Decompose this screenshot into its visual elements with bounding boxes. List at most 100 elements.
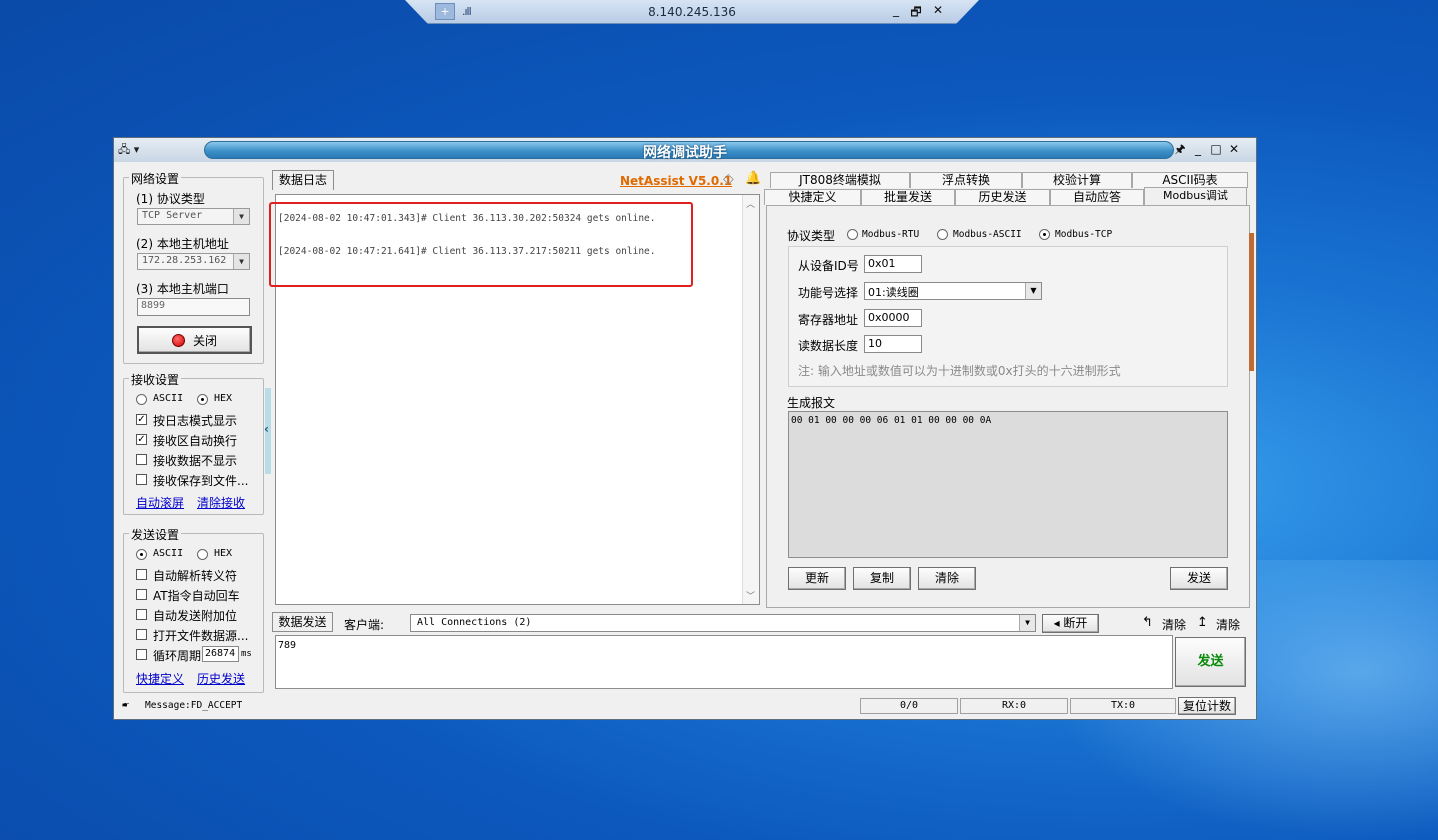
tab-jt808[interactable]: JT808终端模拟 [770, 172, 910, 188]
save-file-checkbox[interactable] [136, 474, 147, 485]
recv-ascii-radio[interactable] [136, 394, 147, 405]
tab-data-send[interactable]: 数据发送 [272, 612, 333, 632]
send-hex-radio[interactable] [197, 549, 208, 560]
tab-history-send[interactable]: 历史发送 [955, 189, 1050, 205]
no-display-label: 接收数据不显示 [153, 454, 238, 468]
window-title: 网络调试助手 [643, 145, 727, 161]
host-address-value: 172.28.253.162 [142, 255, 227, 266]
host-address-select[interactable]: 172.28.253.162 ▼ [137, 253, 250, 270]
update-button[interactable]: 更新 [788, 567, 846, 590]
tab-data-log[interactable]: 数据日志 [272, 170, 334, 190]
at-return-checkbox[interactable] [136, 589, 147, 600]
disconnect-label: 断开 [1063, 616, 1088, 630]
tab-quick-define[interactable]: 快捷定义 [764, 189, 861, 205]
clear-recv-button[interactable]: 清除 [1162, 616, 1186, 633]
panel-scroll-thumb[interactable] [1249, 233, 1254, 371]
bell-icon[interactable]: 🔔 [745, 171, 761, 186]
clear-button[interactable]: 清除 [918, 567, 976, 590]
read-length-input[interactable]: 10 [864, 335, 922, 353]
arrow-left-icon: ◂ [1053, 616, 1060, 630]
maximize-icon[interactable]: □ [1207, 141, 1225, 158]
modbus-protocol-label: 协议类型 [787, 229, 836, 243]
slave-id-input[interactable]: 0x01 [864, 255, 922, 273]
close-icon[interactable]: ✕ [1225, 141, 1243, 158]
close-icon[interactable]: ✕ [929, 3, 947, 17]
frame-output[interactable]: 00 01 00 00 00 06 01 01 00 00 00 0A [788, 411, 1228, 558]
recv-hex-label: HEX [214, 393, 233, 404]
recv-hex-radio[interactable] [197, 394, 208, 405]
scroll-up-icon[interactable]: ︿ [746, 197, 755, 210]
send-hex-label: HEX [214, 548, 233, 559]
reset-count-button[interactable]: 复位计数 [1178, 697, 1236, 715]
receive-settings-group: 接收设置 ASCII HEX ✓ 按日志模式显示 ✓ 接收区自动换行 接收数据不… [123, 371, 264, 515]
client-select[interactable]: All Connections (2) ▼ [410, 614, 1036, 632]
loop-period-checkbox[interactable] [136, 649, 147, 660]
open-file-checkbox[interactable] [136, 629, 147, 640]
send-ascii-radio[interactable] [136, 549, 147, 560]
collapse-chevron-icon[interactable]: ‹ [264, 422, 269, 436]
client-label: 客户端: [344, 618, 385, 632]
clear-send-button[interactable]: 清除 [1216, 616, 1240, 633]
host-address-label: (2) 本地主机地址 [136, 237, 229, 251]
disconnect-button[interactable]: ◂ 断开 [1042, 614, 1099, 633]
log-scrollbar[interactable]: ︿ ﹀ [742, 195, 759, 604]
protocol-select[interactable]: TCP Server ▼ [137, 208, 250, 225]
auto-escape-label: 自动解析转义符 [153, 569, 238, 583]
function-code-value: 01:读线圈 [868, 286, 919, 299]
tab-ascii-table[interactable]: ASCII码表 [1132, 172, 1248, 188]
open-file-label: 打开文件数据源... [153, 629, 249, 643]
modbus-send-button[interactable]: 发送 [1170, 567, 1228, 590]
clear-receive-link[interactable]: 清除接收 [197, 494, 245, 511]
send-input[interactable]: 789 [275, 635, 1173, 689]
clear-send-icon[interactable]: ↥ [1197, 615, 1208, 630]
log-mode-checkbox[interactable]: ✓ [136, 414, 147, 425]
modbus-rtu-radio[interactable] [847, 229, 858, 240]
client-value: All Connections (2) [417, 617, 532, 628]
tab-float-convert[interactable]: 浮点转换 [910, 172, 1022, 188]
chevron-down-icon[interactable]: ▼ [1019, 615, 1035, 631]
message-icon: 🖝 [122, 699, 130, 710]
auto-checksum-checkbox[interactable] [136, 609, 147, 620]
brand-version-link[interactable]: NetAssist V5.0.1 [620, 174, 732, 188]
minimize-icon[interactable]: _ [1189, 141, 1207, 158]
pin-icon[interactable]: 🖈 [1171, 141, 1189, 158]
history-send-link[interactable]: 历史发送 [197, 670, 245, 687]
send-button[interactable]: 发送 [1175, 637, 1246, 687]
quick-define-link[interactable]: 快捷定义 [136, 670, 184, 687]
modbus-tcp-radio[interactable] [1039, 229, 1050, 240]
close-connection-button[interactable]: 关闭 [137, 326, 252, 354]
tab-auto-reply[interactable]: 自动应答 [1050, 189, 1144, 205]
slave-id-label: 从设备ID号 [798, 259, 859, 273]
diamond-icon[interactable]: ◇ [723, 171, 734, 187]
tab-checksum[interactable]: 校验计算 [1022, 172, 1132, 188]
at-return-label: AT指令自动回车 [153, 589, 240, 603]
chevron-down-icon[interactable]: ▼ [233, 254, 249, 269]
function-code-select[interactable]: 01:读线圈 ▼ [864, 282, 1042, 300]
title-bar[interactable]: 🖧 ▾ 网络调试助手 🖈 _ □ ✕ [114, 138, 1256, 162]
netassist-window: 🖧 ▾ 网络调试助手 🖈 _ □ ✕ 网络设置 (1) 协议类型 TCP Ser… [113, 137, 1257, 720]
register-address-input[interactable]: 0x0000 [864, 309, 922, 327]
host-port-input[interactable]: 8899 [137, 298, 250, 316]
modbus-ascii-label: Modbus-ASCII [953, 229, 1022, 240]
remote-desktop-bar: + .ıll 8.140.245.136 _ 🗗 ✕ [405, 0, 979, 24]
tab-modbus-debug[interactable]: Modbus调试 [1144, 187, 1247, 206]
auto-wrap-checkbox[interactable]: ✓ [136, 434, 147, 445]
modbus-ascii-radio[interactable] [937, 229, 948, 240]
tab-batch-send[interactable]: 批量发送 [861, 189, 955, 205]
copy-button[interactable]: 复制 [853, 567, 911, 590]
no-display-checkbox[interactable] [136, 454, 147, 465]
auto-scroll-link[interactable]: 自动滚屏 [136, 494, 184, 511]
chevron-down-icon[interactable]: ▼ [1025, 283, 1041, 299]
send-content: 789 [278, 640, 297, 651]
loop-period-label: 循环周期 [153, 649, 202, 663]
chevron-down-icon[interactable]: ▼ [233, 209, 249, 224]
status-led-icon [171, 334, 185, 347]
minimize-icon[interactable]: _ [887, 3, 905, 17]
scroll-down-icon[interactable]: ﹀ [746, 589, 755, 602]
restore-icon[interactable]: 🗗 [907, 3, 925, 24]
auto-escape-checkbox[interactable] [136, 569, 147, 580]
clear-recv-icon[interactable]: ↰ [1142, 615, 1153, 630]
save-file-label: 接收保存到文件... [153, 474, 249, 488]
modbus-panel: 协议类型 Modbus-RTU Modbus-ASCII Modbus-TCP … [766, 205, 1250, 608]
loop-period-input[interactable]: 26874 [202, 646, 239, 662]
